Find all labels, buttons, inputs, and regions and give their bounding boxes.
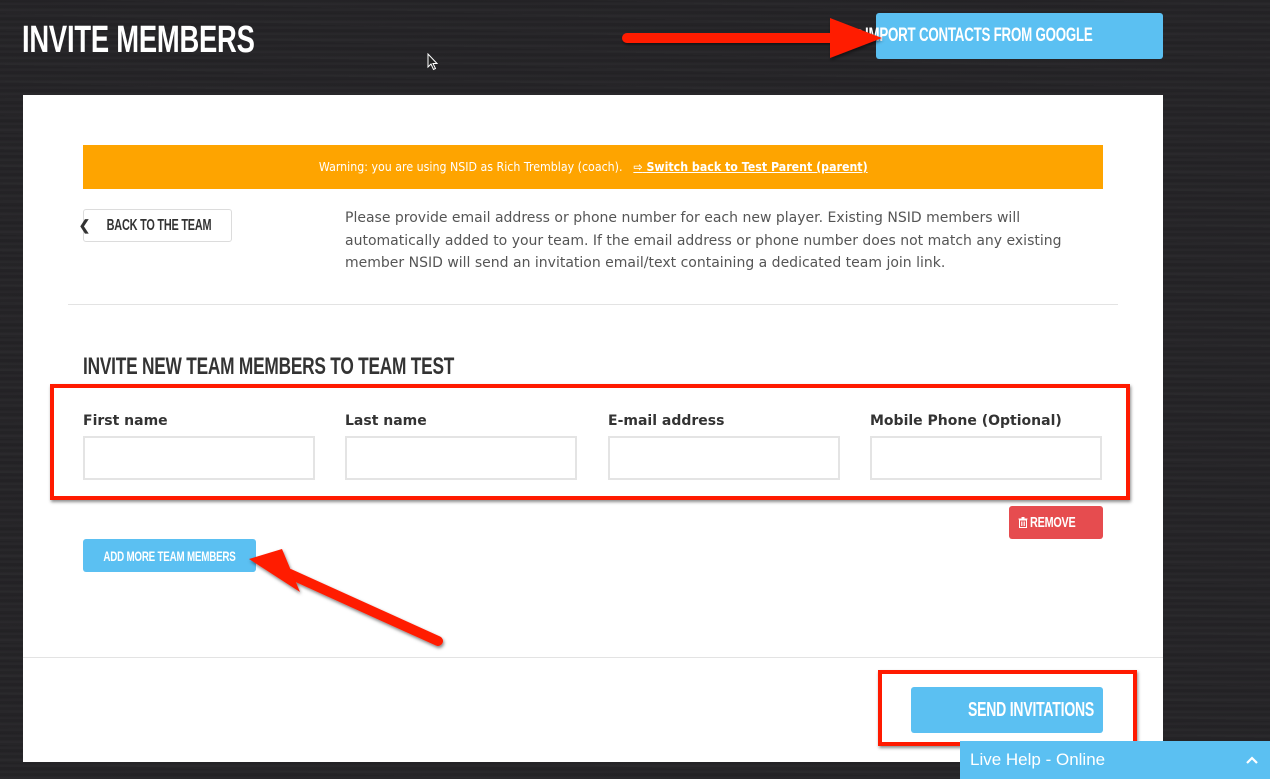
back-to-team-button[interactable]: ❮ BACK TO THE TEAM	[79, 209, 232, 242]
page-title: INVITE MEMBERS	[22, 19, 255, 61]
add-more-team-members-button[interactable]: ADD MORE TEAM MEMBERS	[83, 539, 256, 572]
invite-panel: Warning: you are using NSID as Rich Trem…	[23, 95, 1163, 762]
switch-back-label: Switch back to Test Parent (parent)	[646, 160, 868, 174]
email-field: E-mail address	[608, 412, 840, 480]
first-name-field: First name	[83, 412, 315, 480]
google-g-icon: G	[848, 25, 864, 47]
trash-icon	[1018, 517, 1028, 528]
footer-divider	[23, 657, 1163, 658]
import-google-contacts-label: IMPORT CONTACTS FROM GOOGLE	[865, 25, 1093, 46]
mouse-cursor-icon	[427, 53, 439, 71]
intro-text: Please provide email address or phone nu…	[345, 210, 1062, 271]
mobile-phone-field: Mobile Phone (Optional)	[870, 412, 1102, 480]
live-help-label: Live Help - Online	[970, 750, 1106, 769]
add-more-label: ADD MORE TEAM MEMBERS	[103, 547, 236, 564]
send-invitations-button[interactable]: SEND INVITATIONS	[911, 687, 1103, 733]
remove-row-button[interactable]: REMOVE	[1009, 506, 1103, 539]
remove-label: REMOVE	[1030, 514, 1076, 531]
email-input[interactable]	[608, 436, 840, 480]
email-label: E-mail address	[608, 413, 725, 429]
first-name-label: First name	[83, 413, 168, 429]
live-help-widget[interactable]: Live Help - Online	[960, 741, 1270, 779]
switch-back-link[interactable]: ⇨ Switch back to Test Parent (parent)	[633, 160, 867, 174]
last-name-input[interactable]	[345, 436, 577, 480]
sign-in-icon: ⇨	[633, 160, 643, 174]
back-to-team-label: BACK TO THE TEAM	[107, 216, 212, 234]
first-name-input[interactable]	[83, 436, 315, 480]
chevron-left-icon: ❮	[78, 217, 91, 233]
member-fields-row: First name Last name E-mail address Mobi…	[83, 412, 1103, 482]
last-name-label: Last name	[345, 413, 427, 429]
impersonation-warning-bar: Warning: you are using NSID as Rich Trem…	[83, 145, 1103, 189]
last-name-field: Last name	[345, 412, 577, 480]
arrow-to-import-icon	[622, 18, 882, 58]
chevron-up-icon	[1246, 756, 1258, 764]
mobile-phone-label: Mobile Phone (Optional)	[870, 413, 1062, 429]
send-invitations-label: SEND INVITATIONS	[967, 698, 1095, 721]
warning-message: Warning: you are using NSID as Rich Trem…	[318, 160, 623, 174]
section-title: INVITE NEW TEAM MEMBERS TO TEAM TEST	[83, 353, 455, 380]
mobile-phone-input[interactable]	[870, 436, 1102, 480]
import-google-contacts-button[interactable]: G IMPORT CONTACTS FROM GOOGLE	[849, 13, 1163, 59]
divider	[68, 304, 1118, 305]
